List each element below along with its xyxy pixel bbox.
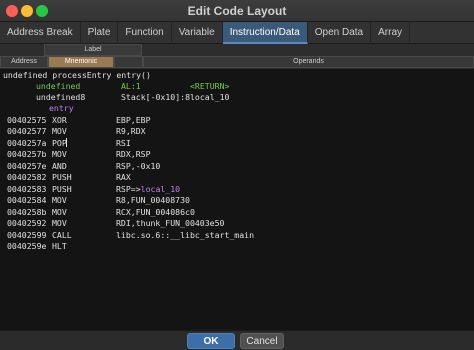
instruction-mnemonic: AND	[52, 160, 67, 171]
instruction-mnemonic: PUSH	[52, 172, 72, 183]
field-label[interactable]: Label	[44, 44, 142, 56]
instruction-mnemonic: MOV	[52, 195, 67, 206]
instruction-address: 00402577	[7, 126, 47, 137]
tab-instruction-data[interactable]: Instruction/Data	[222, 22, 308, 44]
instruction-mnemonic: HLT	[52, 240, 67, 251]
instruction-operands: RAX	[116, 172, 131, 183]
tab-function[interactable]: Function	[118, 22, 172, 44]
instruction-address: 0040259e	[7, 240, 47, 251]
tab-open-data[interactable]: Open Data	[308, 22, 372, 44]
instruction-address: 0040257b	[7, 149, 47, 160]
instruction-mnemonic: CALL	[52, 229, 72, 240]
instruction-operands: RDX,RSP	[116, 149, 151, 160]
ok-button[interactable]: OK	[187, 333, 235, 349]
instruction-address: 0040257a	[7, 137, 47, 148]
tab-array[interactable]: Array	[371, 22, 411, 44]
instruction-address: 00402599	[7, 229, 47, 240]
instruction-mnemonic: MOV	[52, 218, 67, 229]
dialog-footer: OK Cancel	[0, 330, 474, 350]
function-signature: undefined processEntry entry()	[3, 70, 151, 80]
field-header-row-label: Label	[0, 44, 474, 56]
instruction-address: 0040257e	[7, 160, 47, 171]
instruction-operands: RSI	[116, 137, 131, 148]
instruction-operands: RCX,FUN_004086c0	[116, 206, 195, 217]
instruction-mnemonic: XOR	[52, 115, 67, 125]
instruction-mnemonic: PUSH	[52, 183, 72, 194]
title-bar: Edit Code Layout	[0, 0, 474, 22]
code-listing[interactable]: undefined processEntry entry() undefined…	[0, 69, 474, 330]
field-operands[interactable]: Operands	[143, 56, 474, 68]
var-storage: Stack[-0x10]:8	[121, 92, 191, 102]
instruction-operands: RSP=>local_10	[116, 183, 181, 194]
instruction-mnemonic: MOV	[52, 126, 67, 137]
field-spacer[interactable]	[114, 56, 143, 68]
text-cursor	[65, 137, 67, 147]
instruction-address: 0040258b	[7, 206, 47, 217]
instruction-mnemonic: MOV	[52, 206, 67, 217]
cancel-button[interactable]: Cancel	[240, 333, 284, 349]
instruction-mnemonic: MOV	[52, 149, 67, 160]
var-type: undefined8	[36, 92, 86, 102]
field-address[interactable]: Address	[0, 56, 48, 68]
local-var-reference: local_10	[140, 183, 181, 194]
instruction-operands: RDI,thunk_FUN_00403e50	[116, 218, 225, 229]
instruction-address: 00402583	[7, 183, 47, 194]
instruction-operands: libc.so.6::__libc_start_main	[116, 229, 255, 240]
tab-bar: Address Break Plate Function Variable In…	[0, 22, 474, 44]
window-title: Edit Code Layout	[187, 4, 287, 18]
var-storage: AL:1	[121, 81, 141, 91]
var-type: undefined	[36, 81, 81, 91]
instruction-operands: RSP,-0x10	[116, 160, 161, 171]
code-label: entry	[49, 103, 74, 113]
field-mnemonic[interactable]: Mnemonic	[48, 56, 114, 68]
instruction-operands: R8,FUN_00408730	[116, 195, 190, 206]
var-name: <RETURN>	[190, 81, 230, 91]
edit-code-layout-dialog: Edit Code Layout Address Break Plate Fun…	[0, 0, 474, 350]
instruction-mnemonic: POP	[52, 137, 67, 148]
instruction-address: 00402575	[7, 115, 47, 125]
field-header-row-instruction: Address Mnemonic Operands	[0, 56, 474, 68]
var-name: local_10	[190, 92, 230, 102]
tab-address-break[interactable]: Address Break	[0, 22, 81, 44]
instruction-operands: EBP,EBP	[116, 115, 151, 125]
instruction-address: 00402584	[7, 195, 47, 206]
instruction-operands: R9,RDX	[116, 126, 146, 137]
tab-variable[interactable]: Variable	[172, 22, 223, 44]
instruction-address: 00402592	[7, 218, 47, 229]
instruction-address: 00402582	[7, 172, 47, 183]
tab-plate[interactable]: Plate	[81, 22, 119, 44]
